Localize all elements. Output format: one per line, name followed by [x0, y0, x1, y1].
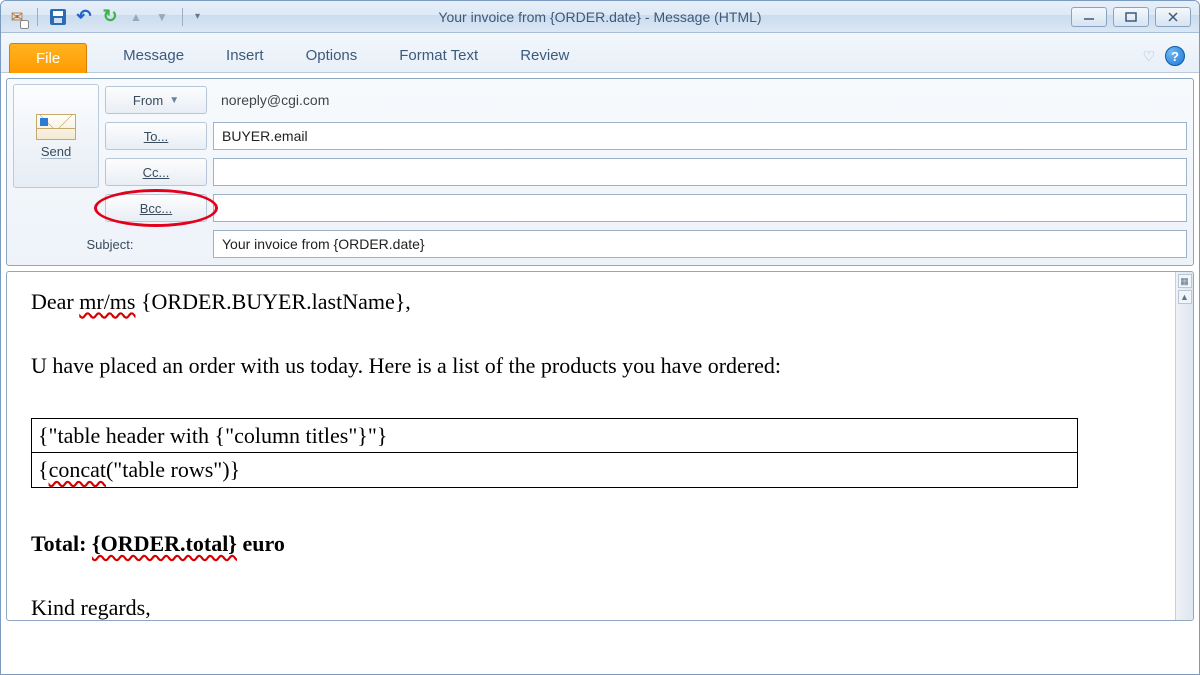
quick-access-toolbar: ✉ ↶ ↻ ▲ ▼ ▾ [1, 7, 200, 27]
to-label: To... [144, 129, 169, 144]
ribbon-options-icon[interactable]: ♡ [1142, 48, 1155, 65]
title-bar: ✉ ↶ ↻ ▲ ▼ ▾ Your invoice from {ORDER.dat… [1, 1, 1199, 33]
customize-qat-button[interactable]: ▾ [195, 11, 200, 22]
subject-field[interactable] [213, 230, 1187, 258]
minimize-button[interactable] [1071, 7, 1107, 27]
subject-label: Subject: [13, 237, 207, 252]
body-para1: U have placed an order with us today. He… [31, 350, 1169, 382]
table-header-cell: {"table header with {"column titles"}"} [32, 418, 1078, 453]
tab-insert[interactable]: Insert [220, 47, 270, 72]
undo-button[interactable]: ↶ [74, 7, 94, 27]
greeting-salutation: mr/ms [79, 289, 135, 314]
message-body-container: Dear mr/ms {ORDER.BUYER.lastName}, U hav… [6, 271, 1194, 621]
next-item-button[interactable]: ▼ [152, 7, 172, 27]
save-button[interactable] [48, 7, 68, 27]
total-value: {ORDER.total} [92, 531, 237, 556]
qat-separator [182, 8, 183, 26]
file-tab[interactable]: File [9, 43, 87, 73]
outlook-compose-window: ✉ ↶ ↻ ▲ ▼ ▾ Your invoice from {ORDER.dat… [0, 0, 1200, 675]
body-scrollbar[interactable]: ▦ ▲ [1175, 272, 1193, 620]
body-closing: Kind regards, [31, 592, 1169, 620]
window-controls [1071, 7, 1199, 27]
to-field[interactable] [213, 122, 1187, 150]
body-total-line: Total: {ORDER.total} euro [31, 528, 1169, 560]
scroll-up-icon[interactable]: ▲ [1178, 290, 1192, 304]
ribbon: File Message Insert Options Format Text … [1, 33, 1199, 73]
body-greeting: Dear mr/ms {ORDER.BUYER.lastName}, [31, 286, 1169, 318]
tab-format-text[interactable]: Format Text [393, 47, 484, 72]
message-body[interactable]: Dear mr/ms {ORDER.BUYER.lastName}, U hav… [7, 272, 1193, 620]
save-icon [50, 9, 66, 25]
send-button[interactable]: Send [13, 84, 99, 188]
app-icon: ✉ [7, 7, 27, 27]
previous-item-button[interactable]: ▲ [126, 7, 146, 27]
total-unit: euro [237, 531, 285, 556]
tab-options[interactable]: Options [300, 47, 364, 72]
redo-button[interactable]: ↻ [100, 7, 120, 27]
tab-message[interactable]: Message [117, 47, 190, 72]
chevron-down-icon: ▼ [169, 95, 179, 106]
from-label: From [133, 93, 163, 108]
message-header: Send From ▼ noreply@cgi.com To... Cc... [6, 78, 1194, 266]
greeting-prefix: Dear [31, 289, 79, 314]
from-account-button[interactable]: From ▼ [105, 86, 207, 114]
from-value: noreply@cgi.com [213, 86, 1187, 114]
qat-separator [37, 8, 38, 26]
bcc-button[interactable]: Bcc... [105, 194, 207, 222]
bcc-field[interactable] [213, 194, 1187, 222]
maximize-button[interactable] [1113, 7, 1149, 27]
cc-button[interactable]: Cc... [105, 158, 207, 186]
cc-field[interactable] [213, 158, 1187, 186]
total-label: Total: [31, 531, 92, 556]
bcc-label: Bcc... [140, 201, 173, 216]
send-label: Send [41, 144, 71, 159]
tab-review[interactable]: Review [514, 47, 575, 72]
ruler-icon[interactable]: ▦ [1178, 274, 1192, 288]
to-button[interactable]: To... [105, 122, 207, 150]
help-button[interactable]: ? [1165, 46, 1185, 66]
body-placeholder-table: {"table header with {"column titles"}"} … [31, 418, 1078, 489]
cc-label: Cc... [143, 165, 170, 180]
table-rows-cell: {concat("table rows")} [32, 453, 1078, 488]
envelope-icon [36, 114, 76, 140]
close-button[interactable] [1155, 7, 1191, 27]
greeting-name: {ORDER.BUYER.lastName}, [135, 289, 410, 314]
